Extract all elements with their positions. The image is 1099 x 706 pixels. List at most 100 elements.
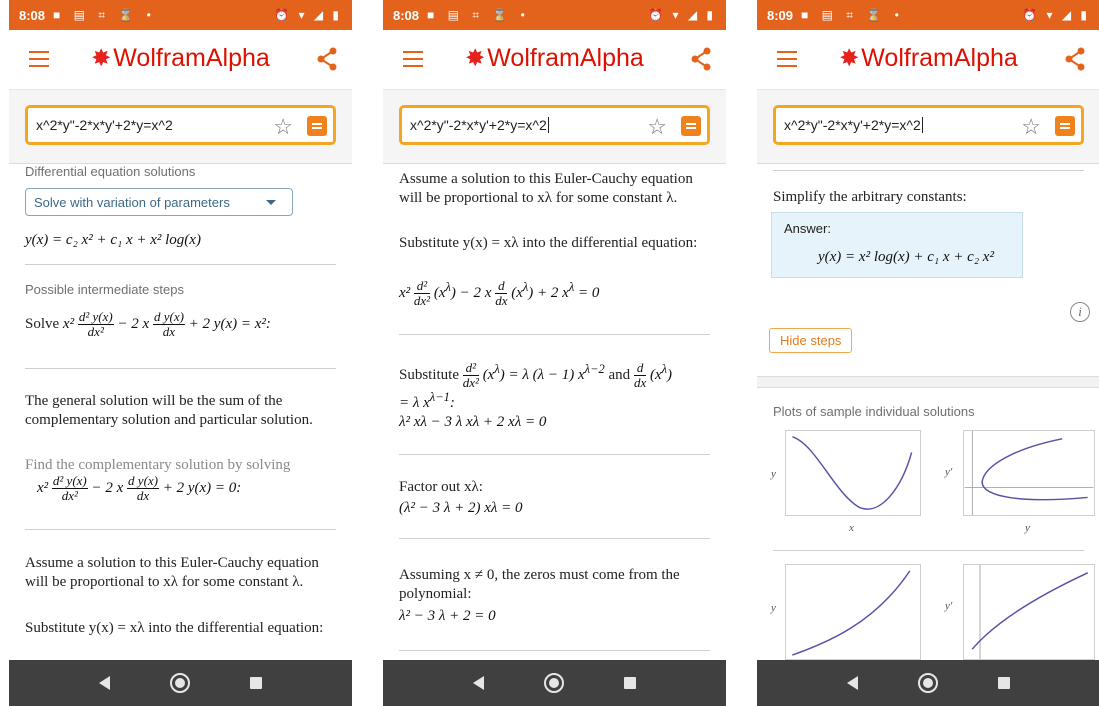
- phone-screen-1: 8:08 ■ ▤ ⌗ ⌛ • ⏰ ▾ ◢ ▮ ✸WolframAlpha x^2…: [9, 0, 352, 706]
- chevron-down-icon: [266, 200, 276, 205]
- step-text: Assuming x ≠ 0, the zeros must come from…: [399, 567, 680, 602]
- step-text: Substitute y(x) = xλ into the differenti…: [25, 620, 324, 636]
- app-bar: ✸WolframAlpha: [9, 30, 352, 90]
- answer-label: Answer:: [784, 221, 831, 236]
- section-separator: [757, 376, 1099, 388]
- status-time: 8:08: [19, 7, 46, 23]
- status-bar: 8:08 ■ ▤ ⌗ ⌛ • ⏰ ▾ ◢ ▮: [383, 0, 726, 30]
- search-query: x^2*y"-2*x*y'+2*y=x^2: [36, 117, 173, 133]
- step-text: Assume a solution to this Euler-Cauchy e…: [25, 555, 319, 590]
- search-area: x^2*y"-2*x*y'+2*y=x^2 ☆: [383, 90, 726, 164]
- search-input[interactable]: x^2*y"-2*x*y'+2*y=x^2 ☆: [25, 105, 336, 145]
- divider: [25, 264, 336, 265]
- substitution-rule-cont: = λ xλ−1:: [399, 390, 455, 411]
- substitution-rule: Substitute d² dx² (xλ) = λ (λ − 1) xλ−2 a…: [399, 360, 673, 391]
- favorite-star-icon[interactable]: ☆: [273, 114, 293, 140]
- substituted-equation: x² d² dx² (xλ) − 2 x d dx (xλ) + 2 xλ = 0: [399, 278, 600, 309]
- factored-equation: (λ² − 3 λ + 2) xλ = 0: [399, 500, 523, 516]
- divider: [25, 368, 336, 369]
- search-input[interactable]: x^2*y"-2*x*y'+2*y=x^2 ☆: [399, 105, 710, 145]
- back-icon[interactable]: [847, 676, 858, 690]
- go-button[interactable]: [307, 116, 327, 136]
- status-bar: 8:08 ■ ▤ ⌗ ⌛ • ⏰ ▾ ◢ ▮: [9, 0, 352, 30]
- complementary-equation: x² d² y(x) dx² − 2 x d y(x) dx + 2 y(x) = …: [37, 473, 242, 503]
- results-content[interactable]: Assume a solution to this Euler-Cauchy e…: [383, 164, 726, 660]
- phone-screen-3: 8:09 ■ ▤ ⌗ ⌛ • ⏰ ▾ ◢ ▮ ✸WolframAlpha x^2…: [757, 0, 1099, 706]
- recents-icon[interactable]: [250, 677, 262, 689]
- solution-plot-1[interactable]: [785, 430, 921, 516]
- hide-steps-button[interactable]: Hide steps: [769, 328, 853, 353]
- divider: [399, 538, 710, 539]
- solution-plot-4[interactable]: [963, 564, 1095, 660]
- solution-plot-2[interactable]: [963, 430, 1095, 516]
- step-text: Substitute y(x) = xλ into the differenti…: [399, 235, 698, 251]
- divider: [399, 454, 710, 455]
- favorite-star-icon[interactable]: ☆: [1021, 114, 1041, 140]
- section-title: Differential equation solutions: [25, 164, 196, 179]
- system-status-icons: ⏰ ▾ ◢ ▮: [1022, 8, 1090, 22]
- results-content[interactable]: Simplify the arbitrary constants: Answer…: [757, 164, 1099, 660]
- step-text: Factor out xλ:: [399, 479, 483, 495]
- nav-bar: [9, 660, 352, 706]
- app-bar: ✸WolframAlpha: [383, 30, 726, 90]
- notification-icons: ■ ▤ ⌗ ⌛ •: [801, 7, 904, 22]
- method-select[interactable]: Solve with variation of parameters: [25, 188, 293, 216]
- results-content[interactable]: Differential equation solutions Solve wi…: [9, 164, 352, 660]
- search-area: x^2*y"-2*x*y'+2*y=x^2 ☆: [757, 90, 1099, 164]
- recents-icon[interactable]: [624, 677, 636, 689]
- home-icon[interactable]: [170, 673, 190, 693]
- solution-plot-3[interactable]: [785, 564, 921, 660]
- nav-bar: [757, 660, 1099, 706]
- divider: [773, 550, 1084, 551]
- system-status-icons: ⏰ ▾ ◢ ▮: [648, 8, 716, 22]
- text-cursor: [921, 117, 923, 133]
- recents-icon[interactable]: [998, 677, 1010, 689]
- system-status-icons: ⏰ ▾ ◢ ▮: [274, 8, 342, 22]
- status-bar: 8:09 ■ ▤ ⌗ ⌛ • ⏰ ▾ ◢ ▮: [757, 0, 1099, 30]
- favorite-star-icon[interactable]: ☆: [647, 114, 667, 140]
- go-button[interactable]: [681, 116, 701, 136]
- divider: [773, 170, 1084, 171]
- plot-axis-label: y′: [945, 466, 953, 478]
- notification-icons: ■ ▤ ⌗ ⌛ •: [53, 7, 156, 22]
- brand-logo: ✸WolframAlpha: [91, 44, 270, 72]
- nav-bar: [383, 660, 726, 706]
- back-icon[interactable]: [99, 676, 110, 690]
- search-query: x^2*y"-2*x*y'+2*y=x^2: [784, 117, 921, 133]
- answer-box: Answer: y(x) = x² log(x) + c₁ x + c₂ x²: [771, 212, 1023, 278]
- steps-title: Possible intermediate steps: [25, 282, 184, 297]
- home-icon[interactable]: [918, 673, 938, 693]
- divider: [25, 529, 336, 530]
- step-text: Assume a solution to this Euler-Cauchy e…: [399, 171, 693, 206]
- lambda-equation: λ² xλ − 3 λ xλ + 2 xλ = 0: [399, 414, 547, 430]
- status-time: 8:09: [767, 7, 794, 23]
- status-time: 8:08: [393, 7, 420, 23]
- search-query: x^2*y"-2*x*y'+2*y=x^2: [410, 117, 547, 133]
- home-icon[interactable]: [544, 673, 564, 693]
- step-text: The general solution will be the sum of …: [25, 393, 313, 428]
- app-bar: ✸WolframAlpha: [757, 30, 1099, 90]
- share-icon[interactable]: [1064, 46, 1086, 72]
- solve-equation: Solve x² d² y(x) dx² − 2 x d y(x) dx + 2 y…: [25, 309, 271, 339]
- step-text: Simplify the arbitrary constants:: [773, 189, 967, 205]
- share-icon[interactable]: [316, 46, 338, 72]
- plot-axis-label: y′: [945, 600, 953, 612]
- back-icon[interactable]: [473, 676, 484, 690]
- plots-title: Plots of sample individual solutions: [773, 404, 975, 419]
- plot-axis-label: y: [1025, 522, 1030, 534]
- brand-logo: ✸WolframAlpha: [465, 44, 644, 72]
- text-cursor: [547, 117, 549, 133]
- solution-formula: y(x) = c₂ x² + c₁ x + x² log(x): [25, 232, 201, 248]
- search-input[interactable]: x^2*y"-2*x*y'+2*y=x^2 ☆: [773, 105, 1084, 145]
- phone-screen-2: 8:08 ■ ▤ ⌗ ⌛ • ⏰ ▾ ◢ ▮ ✸WolframAlpha x^2…: [383, 0, 726, 706]
- answer-formula: y(x) = x² log(x) + c₁ x + c₂ x²: [818, 249, 994, 265]
- info-icon[interactable]: i: [1070, 302, 1090, 322]
- divider: [399, 334, 710, 335]
- plot-axis-label: x: [849, 522, 854, 534]
- plot-axis-label: y: [771, 468, 776, 480]
- share-icon[interactable]: [690, 46, 712, 72]
- brand-logo: ✸WolframAlpha: [839, 44, 1018, 72]
- notification-icons: ■ ▤ ⌗ ⌛ •: [427, 7, 530, 22]
- plot-axis-label: y: [771, 602, 776, 614]
- go-button[interactable]: [1055, 116, 1075, 136]
